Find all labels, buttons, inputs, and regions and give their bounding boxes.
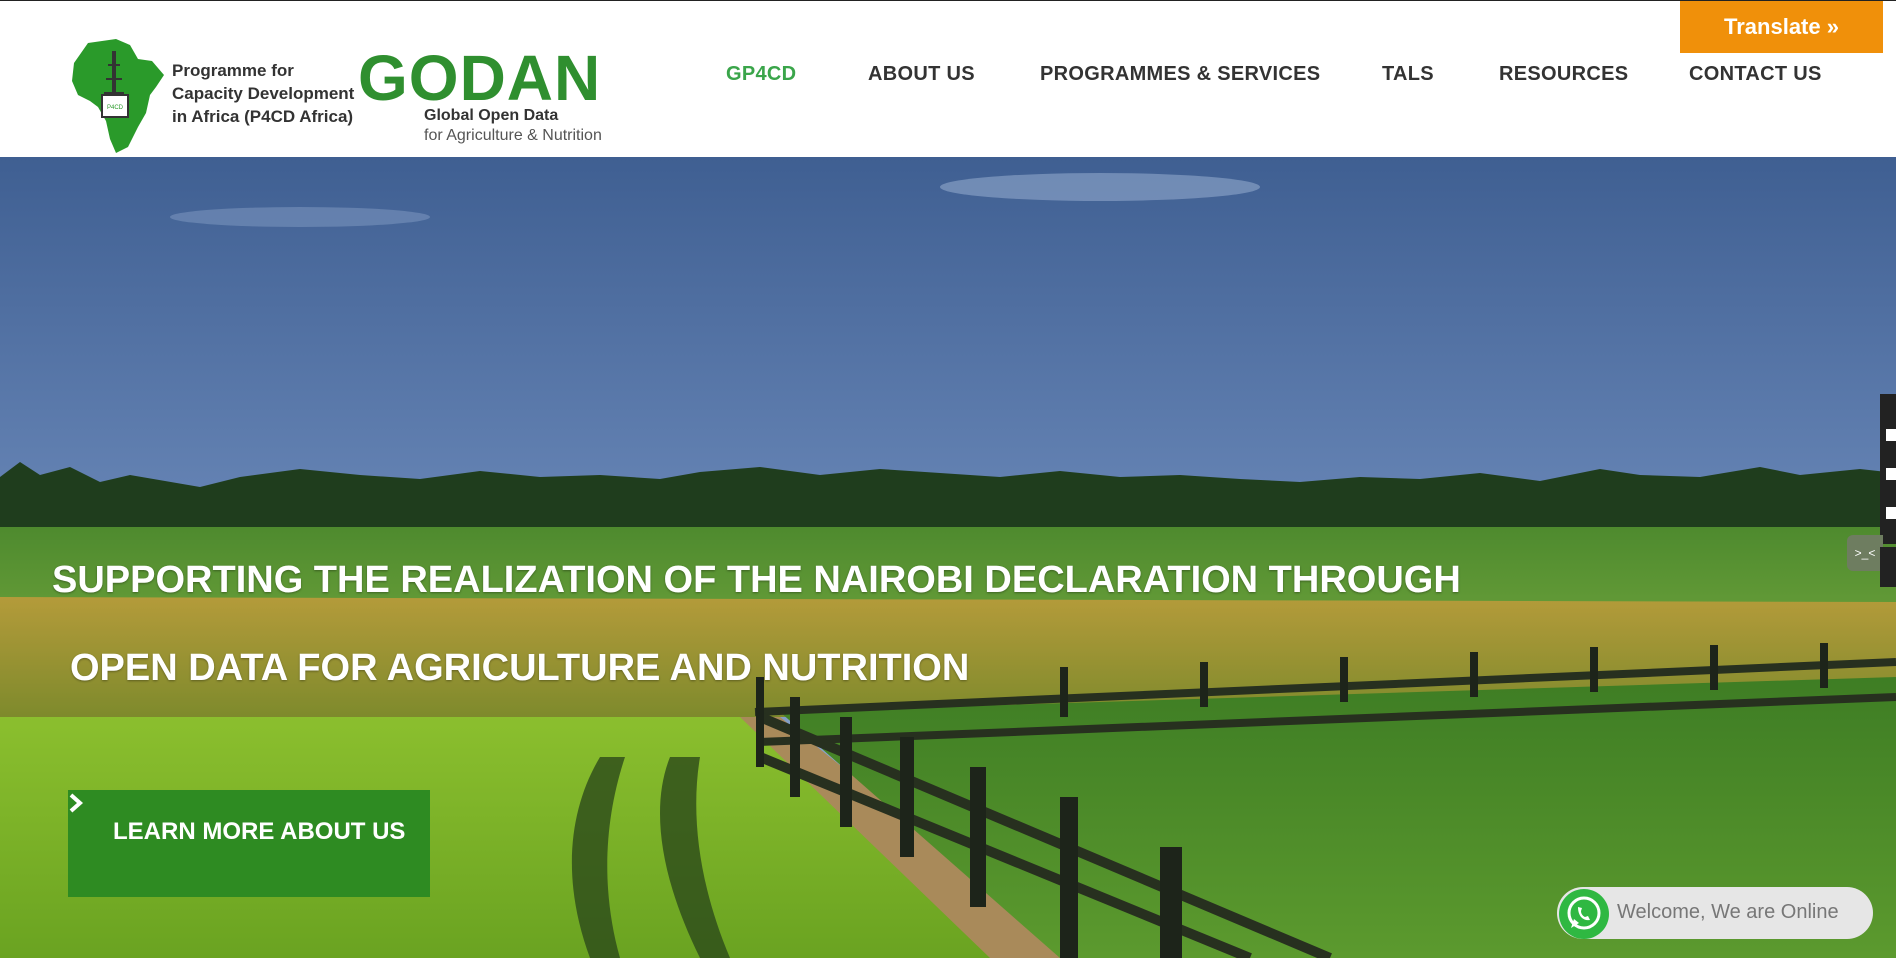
site-logo[interactable]: P4CD Programme for Capacity Development … <box>68 35 628 160</box>
nav-programmes-services[interactable]: PROGRAMMES & SERVICES <box>1040 63 1320 86</box>
main-nav: GP4CD ABOUT US PROGRAMMES & SERVICES TAL… <box>0 63 1896 93</box>
godan-tagline-1: Global Open Data <box>424 107 559 124</box>
nav-tals[interactable]: TALS <box>1382 63 1434 86</box>
side-toolbar-icon-1[interactable] <box>1886 429 1896 441</box>
whatsapp-chat-widget[interactable]: Welcome, We are Online <box>1557 887 1873 939</box>
nav-contact-us[interactable]: CONTACT US <box>1689 63 1822 86</box>
whatsapp-welcome-text: Welcome, We are Online <box>1617 901 1839 923</box>
hero-headline-line-2: OPEN DATA FOR AGRICULTURE AND NUTRITION <box>70 647 970 689</box>
chevron-right-icon <box>69 793 84 813</box>
hero-headline-line-1: SUPPORTING THE REALIZATION OF THE NAIROB… <box>52 559 1461 601</box>
africa-map-icon: P4CD <box>72 39 164 153</box>
learn-more-button[interactable]: LEARN MORE ABOUT US <box>68 790 430 897</box>
side-code-toggle[interactable]: >_< <box>1847 535 1883 571</box>
side-toolbar-lower <box>1880 547 1896 587</box>
svg-text:P4CD: P4CD <box>107 105 124 111</box>
learn-more-label: LEARN MORE ABOUT US <box>113 818 406 845</box>
side-toolbar-icon-3[interactable] <box>1886 507 1896 519</box>
nav-about-us[interactable]: ABOUT US <box>868 63 975 86</box>
translate-button[interactable]: Translate » <box>1680 1 1883 53</box>
nav-gp4cd[interactable]: GP4CD <box>726 63 796 86</box>
site-header: P4CD Programme for Capacity Development … <box>0 0 1896 157</box>
godan-tagline-2: for Agriculture & Nutrition <box>424 127 602 144</box>
side-toolbar-icon-2[interactable] <box>1886 468 1896 480</box>
whatsapp-icon <box>1559 889 1609 939</box>
hero-banner: SUPPORTING THE REALIZATION OF THE NAIROB… <box>0 157 1896 958</box>
nav-resources[interactable]: RESOURCES <box>1499 63 1628 86</box>
